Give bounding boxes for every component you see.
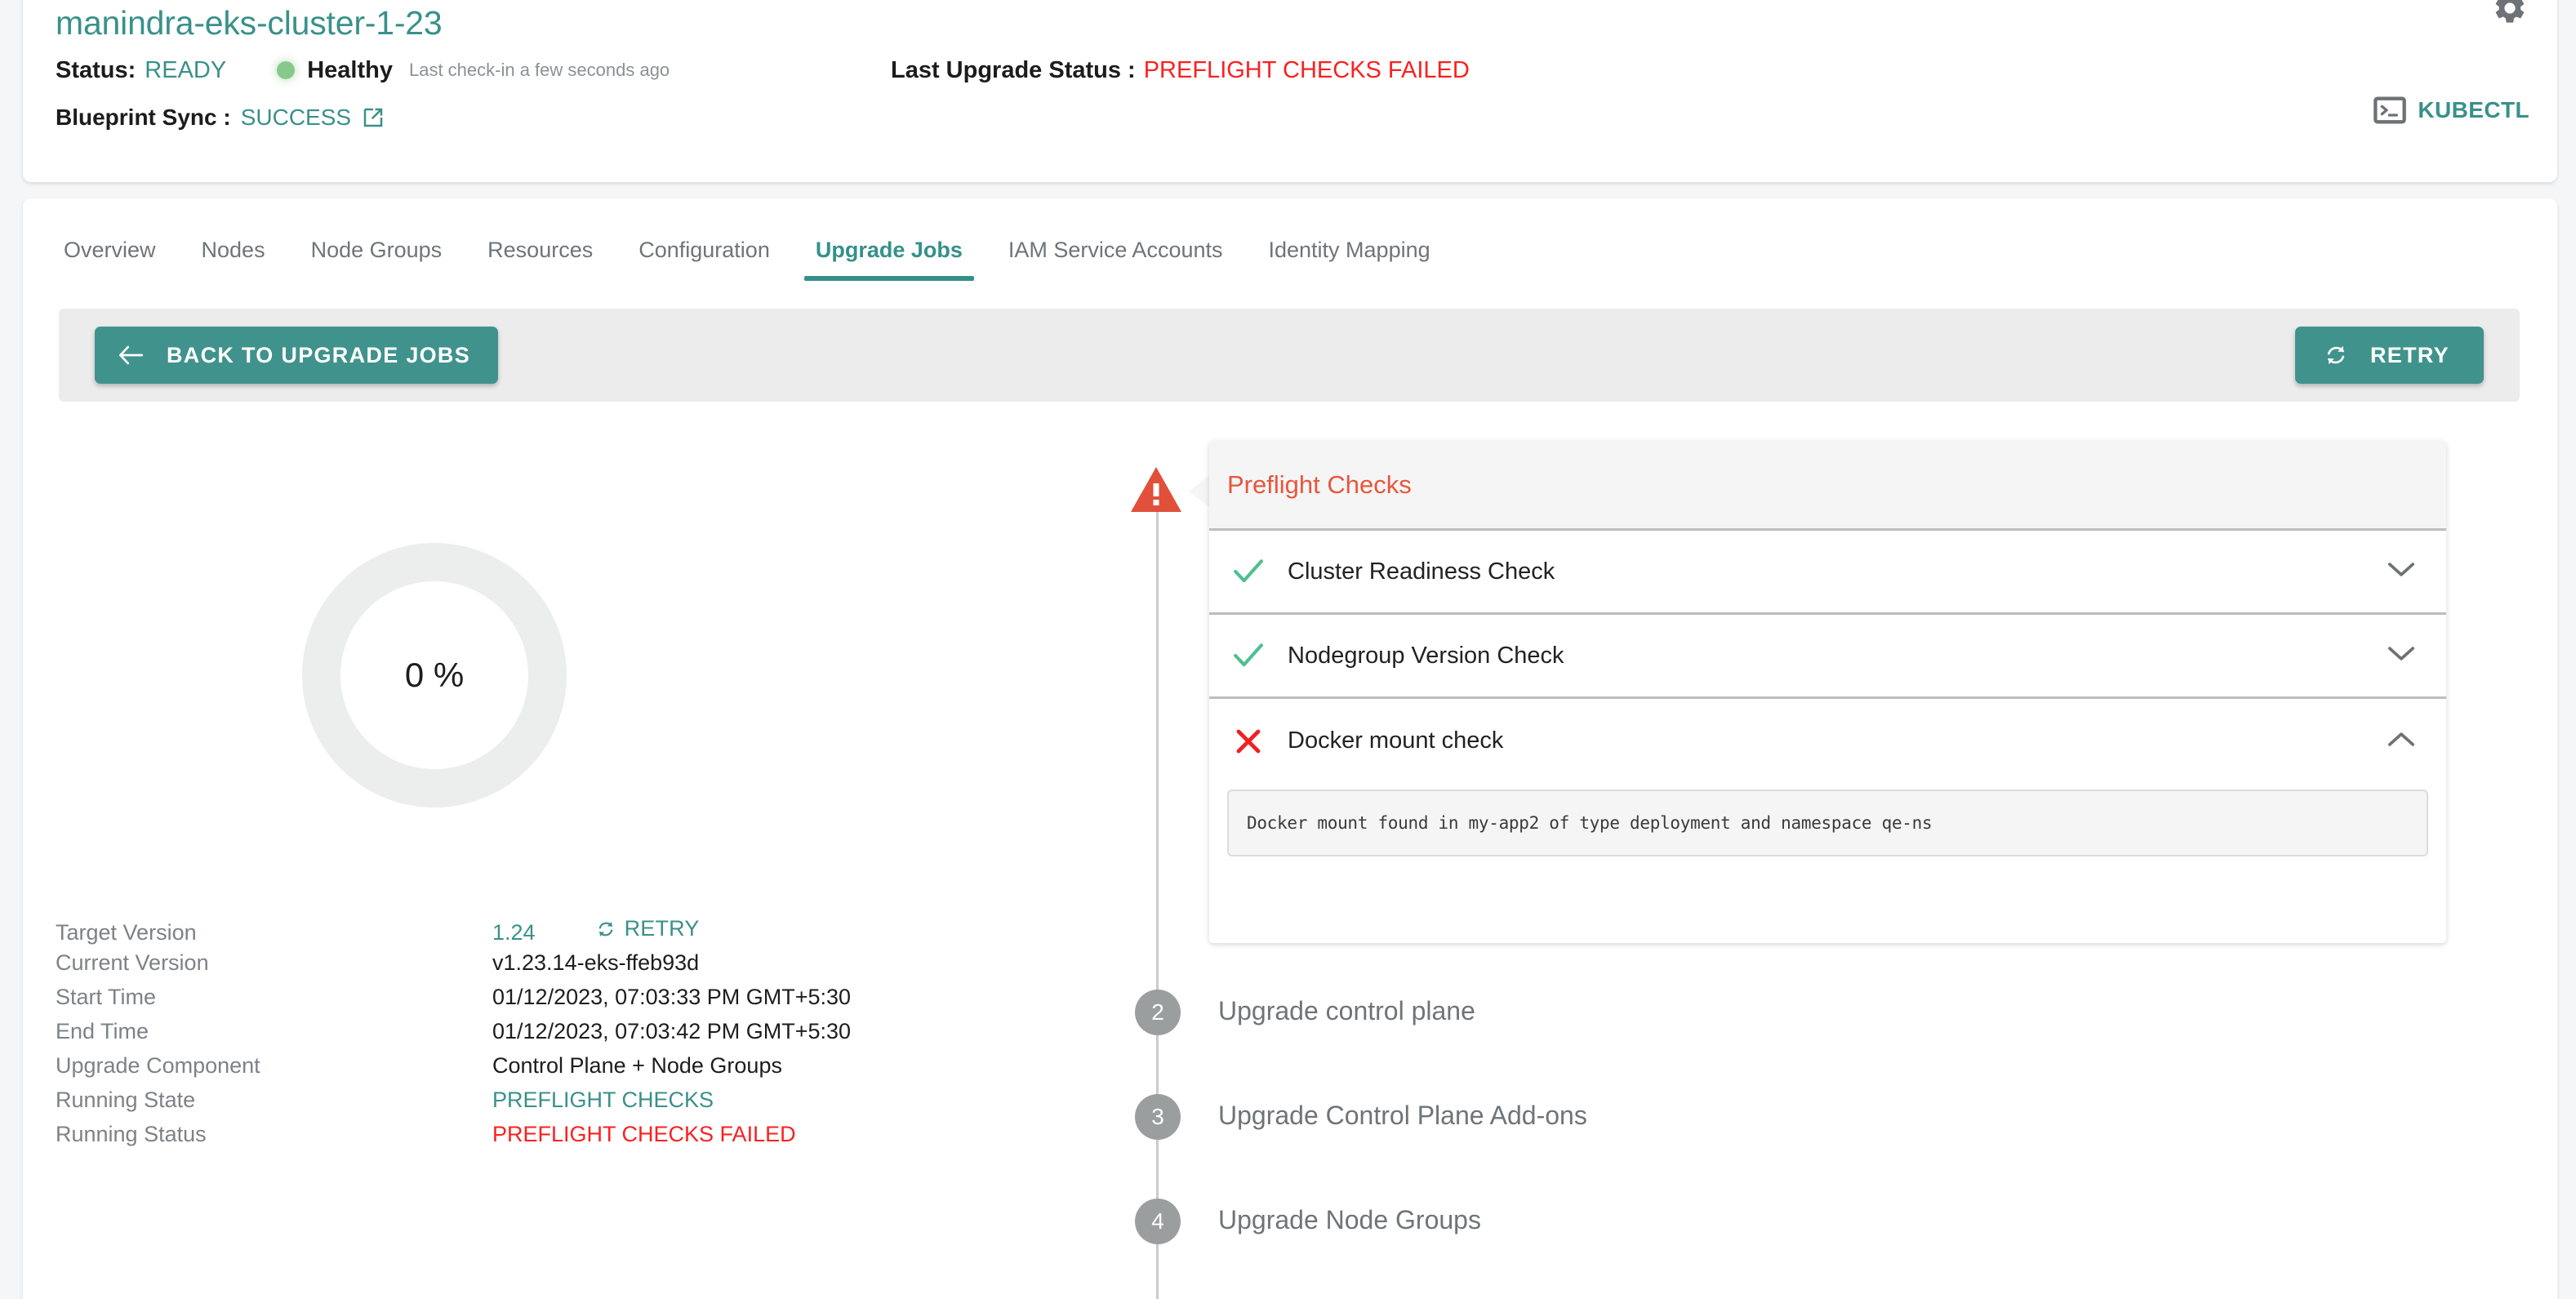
detail-value: PREFLIGHT CHECKS FAILED (492, 1122, 796, 1146)
detail-row-target-version: Target Version 1.24 RETRY (56, 916, 954, 950)
cluster-header-card: manindra-eks-cluster-1-23 Status: READY … (23, 0, 2557, 182)
detail-key: Current Version (56, 950, 209, 975)
refresh-icon (598, 921, 612, 936)
status-label: Status: (56, 56, 136, 83)
detail-key: Start Time (56, 985, 157, 1009)
last-upgrade-status-label: Last Upgrade Status : (891, 56, 1136, 83)
detail-value: v1.23.14-eks-ffeb93d (492, 950, 700, 975)
status-value: READY (145, 56, 227, 83)
last-upgrade-status: Last Upgrade Status : PREFLIGHT CHECKS F… (891, 55, 1470, 86)
detail-key: Running State (56, 1088, 196, 1112)
tab-resources[interactable]: Resources (487, 238, 593, 281)
chevron-down-icon[interactable] (2387, 645, 2415, 667)
warning-triangle-icon (1129, 465, 1183, 518)
terminal-icon (2374, 96, 2407, 124)
target-version-retry-link[interactable]: RETRY (595, 916, 700, 941)
tab-bar: Overview Nodes Node Groups Resources Con… (64, 227, 1476, 281)
preflight-check-docker-mount[interactable]: Docker mount check (1209, 699, 2446, 783)
donut-center: 0 % (340, 581, 528, 769)
arrow-left-icon (119, 345, 144, 365)
last-upgrade-status-value: PREFLIGHT CHECKS FAILED (1143, 56, 1470, 83)
preflight-check-label: Cluster Readiness Check (1288, 558, 1555, 585)
chevron-up-icon[interactable] (2387, 730, 2415, 752)
detail-key: Upgrade Component (56, 1053, 260, 1078)
last-checkin-text: Last check-in a few seconds ago (408, 60, 670, 80)
tab-iam-service-accounts[interactable]: IAM Service Accounts (1008, 238, 1223, 281)
back-to-upgrade-jobs-button[interactable]: BACK TO UPGRADE JOBS (95, 327, 499, 384)
check-icon (1227, 558, 1270, 585)
kubectl-button[interactable]: KUBECTL (2374, 96, 2529, 124)
preflight-panel-header: Preflight Checks (1209, 441, 2446, 531)
timeline-step-3-label[interactable]: Upgrade Control Plane Add-ons (1218, 1101, 1587, 1131)
health-label: Healthy (307, 56, 393, 83)
detail-value: 01/12/2023, 07:03:33 PM GMT+5:30 (492, 985, 852, 1009)
tab-identity-mapping[interactable]: Identity Mapping (1269, 238, 1430, 281)
detail-value: 1.24 (492, 919, 536, 945)
blueprint-sync-label: Blueprint Sync : (56, 105, 231, 130)
tab-overview[interactable]: Overview (64, 238, 156, 281)
tab-nodes[interactable]: Nodes (202, 238, 265, 281)
preflight-check-label: Nodegroup Version Check (1288, 642, 1564, 669)
gear-icon (2495, 0, 2525, 23)
cluster-upgrade-job-page: manindra-eks-cluster-1-23 Status: READY … (0, 0, 2576, 1299)
tab-node-groups[interactable]: Node Groups (311, 238, 443, 281)
preflight-check-details: Docker mount found in my-app2 of type de… (1209, 783, 2446, 878)
detail-key: End Time (56, 1019, 149, 1043)
blueprint-sync-row: Blueprint Sync : SUCCESS (56, 102, 385, 133)
timeline-step-2-label[interactable]: Upgrade control plane (1218, 996, 1475, 1026)
preflight-panel-pointer (1189, 475, 1210, 508)
preflight-check-nodegroup-version[interactable]: Nodegroup Version Check (1209, 615, 2446, 699)
detail-row-end-time: End Time 01/12/2023, 07:03:42 PM GMT+5:3… (56, 1019, 954, 1053)
external-link-icon[interactable] (361, 105, 385, 130)
preflight-checks-panel: Preflight Checks Cluster Readiness Check (1209, 441, 2446, 943)
timeline-step-4-label[interactable]: Upgrade Node Groups (1218, 1205, 1481, 1235)
upgrade-progress-donut: 0 % (302, 543, 567, 807)
preflight-check-label: Docker mount check (1288, 727, 1504, 754)
detail-row-running-status: Running Status PREFLIGHT CHECKS FAILED (56, 1122, 954, 1156)
preflight-check-cluster-readiness[interactable]: Cluster Readiness Check (1209, 531, 2446, 615)
timeline-step-4-badge: 4 (1135, 1199, 1181, 1244)
cluster-status-row: Status: READY Healthy Last check-in a fe… (56, 55, 670, 86)
detail-value: Control Plane + Node Groups (492, 1053, 782, 1078)
tab-configuration[interactable]: Configuration (638, 238, 770, 281)
detail-row-upgrade-component: Upgrade Component Control Plane + Node G… (56, 1053, 954, 1088)
detail-key: Running Status (56, 1122, 207, 1146)
detail-row-start-time: Start Time 01/12/2023, 07:03:33 PM GMT+5… (56, 985, 954, 1019)
kubectl-label: KUBECTL (2418, 97, 2529, 122)
target-version-retry-label: RETRY (624, 916, 700, 941)
timeline-step-2-badge: 2 (1135, 990, 1181, 1035)
health-status-dot (277, 61, 296, 79)
upgrade-job-details: Target Version 1.24 RETRY Current Versio… (56, 916, 954, 1156)
detail-row-current-version: Current Version v1.23.14-eks-ffeb93d (56, 950, 954, 985)
detail-value: PREFLIGHT CHECKS (492, 1088, 714, 1112)
progress-percentage: 0 % (404, 656, 465, 694)
settings-button[interactable] (2492, 0, 2528, 30)
back-button-label: BACK TO UPGRADE JOBS (167, 342, 471, 367)
action-toolbar: BACK TO UPGRADE JOBS RETRY (59, 309, 2520, 402)
preflight-panel-title: Preflight Checks (1227, 469, 1412, 499)
cross-icon (1227, 727, 1270, 756)
detail-key: Target Version (56, 919, 197, 945)
timeline-step-3-badge: 3 (1135, 1094, 1181, 1140)
retry-button[interactable]: RETRY (2294, 327, 2484, 384)
chevron-down-icon[interactable] (2387, 561, 2415, 583)
detail-value: 01/12/2023, 07:03:42 PM GMT+5:30 (492, 1019, 852, 1043)
tab-upgrade-jobs[interactable]: Upgrade Jobs (803, 238, 974, 281)
check-icon (1227, 643, 1270, 669)
blueprint-sync-value: SUCCESS (240, 105, 352, 130)
retry-button-label: RETRY (2369, 342, 2449, 367)
page-title: manindra-eks-cluster-1-23 (56, 4, 443, 42)
refresh-icon (2327, 345, 2345, 365)
detail-row-running-state: Running State PREFLIGHT CHECKS (56, 1088, 954, 1122)
timeline-connector (1156, 490, 1159, 1299)
docker-mount-error-message: Docker mount found in my-app2 of type de… (1227, 790, 2428, 856)
